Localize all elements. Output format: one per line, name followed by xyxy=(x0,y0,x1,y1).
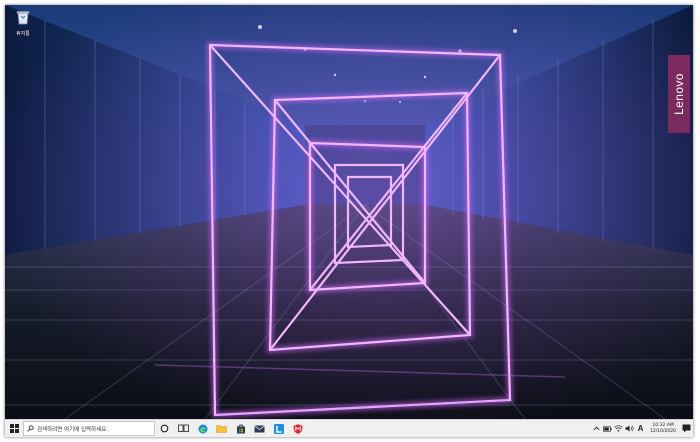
file-explorer-icon xyxy=(216,425,227,433)
recycle-bin-label: 휴지통 xyxy=(16,31,30,37)
cortana-button[interactable] xyxy=(155,420,174,437)
speaker-icon xyxy=(625,425,634,432)
taskbar-search-box[interactable]: 검색하려면 여기에 입력하세요. xyxy=(23,421,155,436)
action-center-button[interactable] xyxy=(680,420,693,437)
battery-icon xyxy=(603,425,612,432)
taskbar: 검색하려면 여기에 입력하세요. A 10:32 AM 12/10/2020 xyxy=(5,419,693,437)
start-button[interactable] xyxy=(5,420,23,437)
network-button[interactable] xyxy=(613,420,624,437)
clock-date: 12/10/2020 xyxy=(650,428,676,434)
taskbar-mail[interactable] xyxy=(250,420,269,437)
battery-button[interactable] xyxy=(602,420,613,437)
wifi-icon xyxy=(614,425,623,432)
cortana-circle-icon xyxy=(160,424,169,433)
search-icon xyxy=(27,425,34,432)
taskbar-clock[interactable]: 10:32 AM 12/10/2020 xyxy=(650,423,676,435)
lenovo-vantage-icon xyxy=(273,423,284,434)
screen: 휴지통 Lenovo 검색하려면 여기에 입력하세요. A 10:32 AM 1… xyxy=(5,5,693,437)
task-view-icon xyxy=(178,424,189,432)
taskbar-file-explorer[interactable] xyxy=(212,420,231,437)
lenovo-logo-text: Lenovo xyxy=(672,73,686,115)
lenovo-logo: Lenovo xyxy=(668,55,690,133)
show-hidden-icons-button[interactable] xyxy=(591,420,602,437)
recycle-bin[interactable]: 휴지통 xyxy=(9,9,37,37)
desktop-wallpaper xyxy=(5,5,693,419)
input-indicator[interactable]: A xyxy=(635,420,646,437)
mcafee-icon xyxy=(293,423,302,434)
taskbar-mcafee[interactable] xyxy=(288,420,307,437)
desktop[interactable]: 휴지통 Lenovo xyxy=(5,5,693,419)
store-icon xyxy=(236,424,245,433)
taskbar-lenovo-vantage[interactable] xyxy=(269,420,288,437)
search-placeholder: 검색하려면 여기에 입력하세요. xyxy=(37,426,109,433)
task-view-button[interactable] xyxy=(174,420,193,437)
chevron-up-icon xyxy=(593,426,600,431)
windows-logo-icon xyxy=(9,424,19,433)
notification-icon xyxy=(682,424,691,433)
taskbar-edge[interactable] xyxy=(193,420,212,437)
system-tray: A 10:32 AM 12/10/2020 xyxy=(591,420,693,437)
volume-button[interactable] xyxy=(624,420,635,437)
recycle-bin-icon xyxy=(16,11,30,25)
input-indicator-label: A xyxy=(637,424,644,433)
mail-icon xyxy=(254,425,265,432)
taskbar-store[interactable] xyxy=(231,420,250,437)
edge-icon xyxy=(198,424,207,433)
